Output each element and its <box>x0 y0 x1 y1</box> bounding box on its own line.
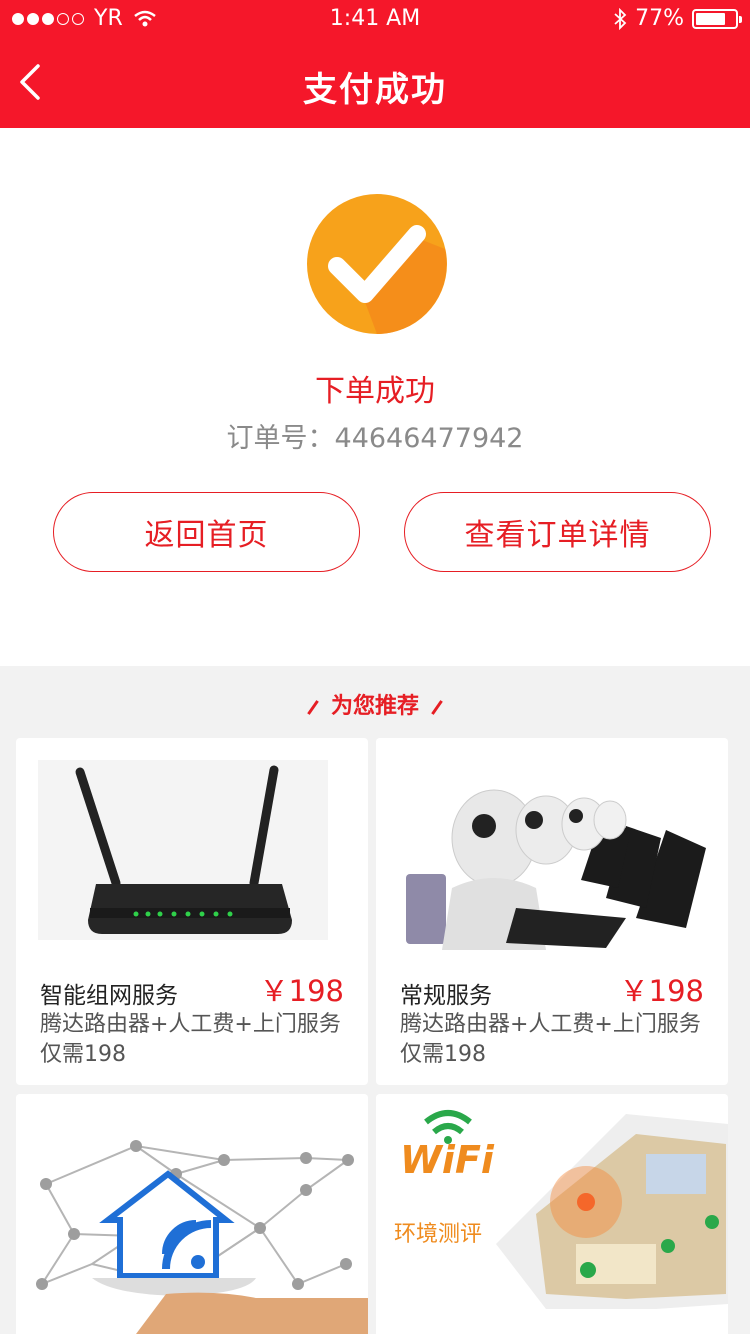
product-name: 智能组网服务 <box>40 983 178 1009</box>
product-desc: 腾达路由器+人工费+上门服务仅需198 <box>400 1012 701 1067</box>
status-bar: YR 1:41 AM 77% <box>0 0 750 40</box>
order-number-row: 订单号：44646477942 <box>0 416 750 455</box>
product-desc: 腾达路由器+人工费+上门服务仅需198 <box>40 1012 341 1067</box>
status-right: 77% <box>613 6 742 31</box>
slash-decoration <box>307 699 319 715</box>
product-price: ￥198 <box>619 974 704 1008</box>
product-name: 常规服务 <box>400 983 492 1009</box>
wifi-caption: 环境测评 <box>394 1222 483 1247</box>
product-card-regular[interactable]: 常规服务 ￥198 腾达路由器+人工费+上门服务仅需198 <box>376 738 728 1085</box>
product-card-smart-home[interactable] <box>16 1094 368 1334</box>
order-number: 44646477942 <box>334 423 524 454</box>
wifi-environment-image <box>376 1094 728 1334</box>
product-card-network[interactable]: 智能组网服务 ￥198 腾达路由器+人工费+上门服务仅需198 <box>16 738 368 1085</box>
customer-service-image <box>376 738 728 950</box>
success-title: 下单成功 <box>315 374 435 409</box>
slash-decoration <box>431 699 443 715</box>
product-card-wifi-assessment[interactable]: WiFi 环境测评 <box>376 1094 728 1334</box>
battery-fill <box>696 12 726 25</box>
success-panel: 下单成功 订单号：44646477942 返回首页 查看订单详情 <box>0 128 750 666</box>
battery-icon <box>692 8 742 29</box>
order-label: 订单号： <box>226 423 335 454</box>
recommend-header: 为您推荐 <box>0 688 750 720</box>
battery-percent: 77% <box>635 6 684 31</box>
router-image <box>38 760 328 940</box>
recommend-title: 为您推荐 <box>330 694 419 719</box>
order-detail-button[interactable]: 查看订单详情 <box>404 492 711 572</box>
home-button[interactable]: 返回首页 <box>53 492 360 572</box>
product-price: ￥198 <box>259 974 344 1008</box>
wifi-logo-text: WiFi <box>400 1138 494 1182</box>
nav-bar: 支付成功 <box>0 40 750 128</box>
bluetooth-icon <box>614 7 627 30</box>
page-title: 支付成功 <box>303 70 447 110</box>
smart-home-image <box>16 1094 368 1334</box>
success-check-icon <box>307 194 447 334</box>
